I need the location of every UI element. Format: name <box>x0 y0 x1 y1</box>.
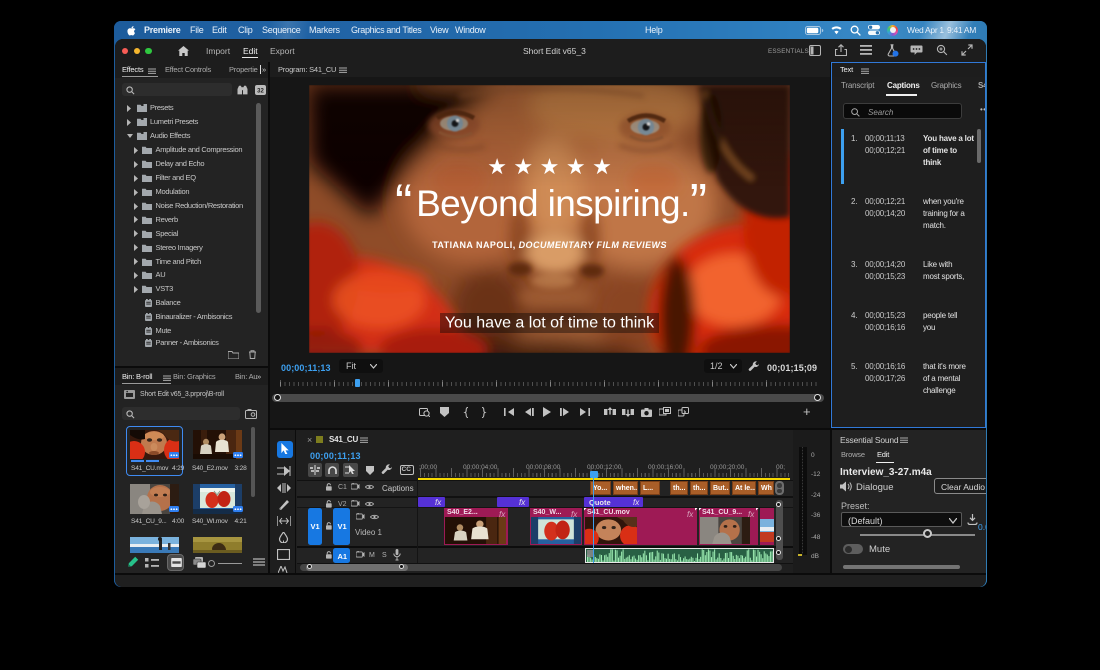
svg-text:32: 32 <box>257 89 264 95</box>
